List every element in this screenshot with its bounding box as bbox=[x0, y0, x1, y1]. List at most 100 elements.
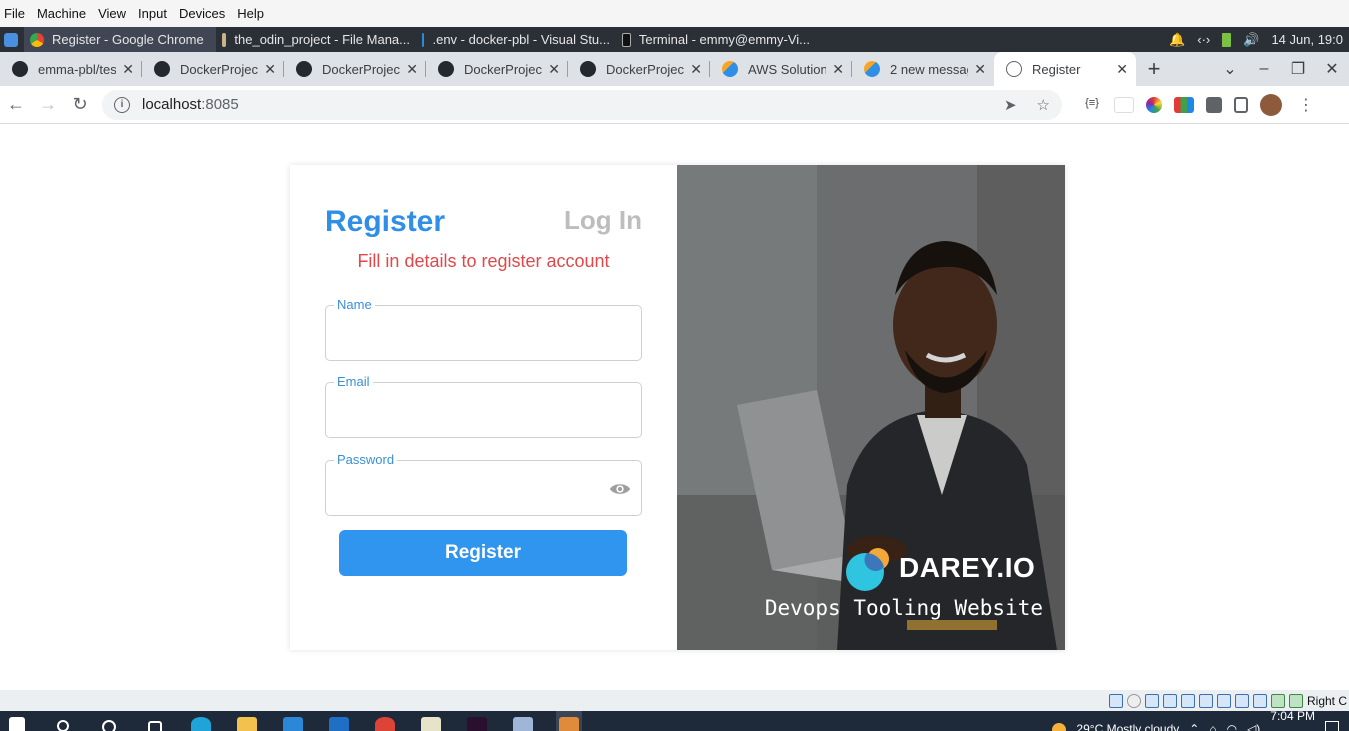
optical-drive-icon[interactable] bbox=[1126, 693, 1141, 708]
panel-task-file-manager[interactable]: the_odin_project - File Mana... bbox=[216, 27, 416, 52]
virtualbox-icon[interactable] bbox=[510, 711, 536, 731]
chrome-taskbar-icon[interactable] bbox=[372, 711, 398, 731]
close-tab-icon[interactable]: ✕ bbox=[264, 61, 276, 78]
browser-tab[interactable]: DockerProject ✕ bbox=[568, 52, 710, 86]
battery-icon[interactable] bbox=[1222, 32, 1232, 47]
close-tab-icon[interactable]: ✕ bbox=[548, 61, 560, 78]
network-icon[interactable]: ‹·› bbox=[1197, 32, 1210, 47]
notifications-icon[interactable] bbox=[1325, 721, 1339, 731]
close-tab-icon[interactable]: ✕ bbox=[832, 61, 844, 78]
bookmark-star-icon[interactable]: ☆ bbox=[1037, 96, 1050, 114]
brand-lockup: DAREY.IO bbox=[845, 545, 1035, 591]
tray-chevron-icon[interactable]: ⌃ bbox=[1189, 719, 1199, 731]
close-tab-icon[interactable]: ✕ bbox=[406, 61, 418, 78]
edge-icon[interactable] bbox=[188, 711, 214, 731]
menu-file[interactable]: File bbox=[0, 0, 33, 27]
panel-task-terminal[interactable]: Terminal - emmy@emmy-Vi... bbox=[616, 27, 816, 52]
tray-volume-icon[interactable]: ◁) bbox=[1247, 719, 1260, 731]
browser-tab[interactable]: DockerProject ✕ bbox=[142, 52, 284, 86]
site-info-icon[interactable]: i bbox=[114, 96, 130, 113]
menu-kebab-icon[interactable]: ⋮ bbox=[1298, 95, 1314, 115]
browser-tab[interactable]: 2 new messag ✕ bbox=[852, 52, 994, 86]
notepad-icon[interactable] bbox=[418, 711, 444, 731]
browser-tab[interactable]: AWS Solutions ✕ bbox=[710, 52, 852, 86]
close-tab-icon[interactable]: ✕ bbox=[1116, 61, 1128, 78]
color-picker-icon[interactable] bbox=[1146, 96, 1162, 113]
volume-icon[interactable]: 🔊 bbox=[1243, 32, 1259, 48]
show-password-icon[interactable] bbox=[609, 480, 631, 498]
xfce-menu-icon[interactable] bbox=[4, 32, 18, 47]
network-adapter-icon[interactable] bbox=[1162, 693, 1177, 708]
json-extension-icon[interactable]: {≡} bbox=[1082, 97, 1102, 113]
vbox-vm-icon[interactable] bbox=[556, 711, 582, 731]
name-input[interactable] bbox=[326, 306, 641, 360]
store-icon[interactable] bbox=[280, 711, 306, 731]
restore-icon[interactable]: ❐ bbox=[1281, 59, 1315, 79]
extension-icon[interactable] bbox=[1114, 96, 1134, 113]
email-field[interactable]: Email bbox=[325, 375, 642, 438]
avatar[interactable] bbox=[1260, 93, 1282, 116]
tray-network-icon[interactable]: ⌂ bbox=[1209, 719, 1216, 731]
shared-folder-icon[interactable] bbox=[1198, 693, 1213, 708]
close-tab-icon[interactable]: ✕ bbox=[974, 61, 986, 78]
tray-wifi-icon[interactable]: ◠ bbox=[1227, 719, 1237, 731]
menu-input[interactable]: Input bbox=[134, 0, 175, 27]
weather-text[interactable]: 29°C Mostly cloudy bbox=[1076, 719, 1179, 731]
system-tray: 🔔 ‹·› 🔊 14 Jun, 19:0 bbox=[1169, 32, 1349, 48]
cpu-icon[interactable] bbox=[1252, 693, 1267, 708]
display-icon[interactable] bbox=[1216, 693, 1231, 708]
usb-icon[interactable] bbox=[1180, 693, 1195, 708]
cortana-icon[interactable] bbox=[96, 711, 122, 731]
windows-start-icon[interactable] bbox=[4, 711, 30, 731]
bell-icon[interactable]: 🔔 bbox=[1169, 32, 1185, 48]
menu-devices[interactable]: Devices bbox=[175, 0, 233, 27]
browser-tab-active[interactable]: Register ✕ bbox=[994, 52, 1136, 86]
mouse-integration-icon[interactable] bbox=[1270, 693, 1285, 708]
password-input[interactable] bbox=[326, 461, 641, 515]
menu-machine[interactable]: Machine bbox=[33, 0, 94, 27]
reload-icon[interactable]: ↻ bbox=[64, 94, 96, 115]
file-explorer-icon[interactable] bbox=[234, 711, 260, 731]
email-input[interactable] bbox=[326, 383, 641, 437]
audio-icon[interactable] bbox=[1144, 693, 1159, 708]
new-tab-icon[interactable]: + bbox=[1137, 56, 1171, 82]
register-submit-button[interactable]: Register bbox=[339, 530, 627, 576]
globe-icon bbox=[1006, 61, 1022, 77]
password-field[interactable]: Password bbox=[325, 453, 642, 516]
browser-tab[interactable]: emma-pbl/tes ✕ bbox=[0, 52, 142, 86]
panel-clock[interactable]: 14 Jun, 19:0 bbox=[1271, 32, 1343, 47]
close-tab-icon[interactable]: ✕ bbox=[690, 61, 702, 78]
minimize-icon[interactable]: – bbox=[1247, 60, 1281, 78]
mail-icon[interactable] bbox=[326, 711, 352, 731]
address-bar[interactable]: i localhost:8085 ➤ ☆ bbox=[102, 89, 1062, 120]
back-icon[interactable]: ← bbox=[0, 94, 32, 115]
send-icon[interactable]: ➤ bbox=[1004, 96, 1017, 114]
keyboard-capture-icon[interactable] bbox=[1288, 693, 1303, 708]
close-tab-icon[interactable]: ✕ bbox=[122, 61, 134, 78]
forward-icon[interactable]: → bbox=[32, 94, 64, 115]
panel-task-chrome[interactable]: Register - Google Chrome bbox=[24, 27, 216, 52]
close-window-icon[interactable]: ✕ bbox=[1315, 59, 1349, 79]
puzzle-icon[interactable] bbox=[1206, 96, 1222, 113]
menu-help[interactable]: Help bbox=[233, 0, 272, 27]
menu-view[interactable]: View bbox=[94, 0, 134, 27]
register-heading[interactable]: Register bbox=[325, 205, 445, 239]
terminal-taskbar-icon[interactable] bbox=[464, 711, 490, 731]
hard-disk-icon[interactable] bbox=[1108, 693, 1123, 708]
tab-search-icon[interactable]: ⌄ bbox=[1213, 59, 1247, 79]
side-panel-icon[interactable] bbox=[1234, 96, 1248, 113]
palette-extension-icon[interactable] bbox=[1174, 96, 1194, 113]
browser-tab[interactable]: DockerProject ✕ bbox=[284, 52, 426, 86]
folder-icon bbox=[222, 32, 227, 47]
recording-icon[interactable] bbox=[1234, 693, 1249, 708]
name-field[interactable]: Name bbox=[325, 298, 642, 361]
weather-icon[interactable] bbox=[1052, 723, 1067, 731]
search-icon[interactable] bbox=[50, 711, 76, 731]
login-link[interactable]: Log In bbox=[564, 205, 642, 236]
task-view-icon[interactable] bbox=[142, 711, 168, 731]
taskbar-clock[interactable]: 7:04 PM bbox=[1270, 711, 1315, 726]
taskbar-tray: 29°C Mostly cloudy ⌃ ⌂ ◠ ◁) 7:04 PM bbox=[1052, 711, 1349, 731]
panel-task-vscode[interactable]: .env - docker-pbl - Visual Stu... bbox=[416, 27, 616, 52]
browser-tab[interactable]: DockerProject ✕ bbox=[426, 52, 568, 86]
brand-tagline: Devops Tooling Website bbox=[764, 596, 1043, 620]
